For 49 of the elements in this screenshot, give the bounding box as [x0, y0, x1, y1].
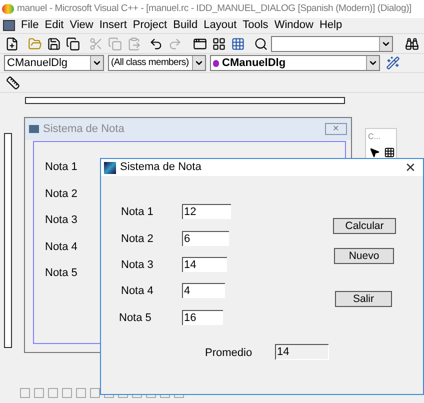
input-field[interactable]: 6: [182, 231, 229, 246]
pointer-icon[interactable]: [369, 147, 380, 158]
dialog-button[interactable]: Nuevo: [334, 248, 394, 264]
class-combo[interactable]: CManuelDlg: [4, 55, 104, 71]
input-field[interactable]: 16: [182, 310, 223, 325]
menu-item[interactable]: View: [70, 17, 94, 34]
member-icon: [213, 60, 219, 66]
dialog-icon: [29, 125, 39, 133]
app-logo-icon: [2, 4, 14, 14]
menu-item[interactable]: Tools: [242, 17, 268, 34]
window-title: manuel - Microsoft Visual C++ - [manuel.rc - IDD_MANUEL_DIALOG [Spanish (Modern)] (Dialog)]: [17, 2, 412, 16]
close-button[interactable]: ✕: [405, 161, 416, 174]
app-icon: [104, 162, 116, 174]
field-label: Nota 3: [121, 258, 154, 273]
filter-combo[interactable]: (All class members): [108, 55, 206, 71]
find-combo[interactable]: [271, 36, 394, 52]
palette-title: C...: [368, 131, 380, 143]
field-label: Nota 2: [121, 232, 154, 247]
class-name: CManuelDlg: [7, 56, 68, 71]
menu-item[interactable]: Build: [173, 17, 198, 34]
menu-item[interactable]: Project: [132, 17, 168, 34]
field-label: Nota 4: [121, 284, 154, 299]
field-label: Nota 5: [119, 311, 152, 326]
dialog-button[interactable]: Salir: [335, 291, 392, 307]
result-label: Promedio: [205, 346, 252, 361]
label: Nota 2: [45, 186, 78, 202]
label: Nota 3: [45, 213, 78, 228]
input-field[interactable]: 4: [182, 283, 225, 298]
dialog-title: Sistema de Nota: [43, 122, 124, 137]
label: Nota 5: [45, 266, 78, 281]
menu-item[interactable]: Edit: [44, 17, 64, 34]
menu-item[interactable]: Layout: [204, 17, 237, 34]
menu-item[interactable]: Help: [319, 17, 342, 34]
menu-item[interactable]: File: [21, 17, 39, 34]
close-button[interactable]: ✕: [325, 123, 347, 135]
menu-item[interactable]: Window: [274, 17, 314, 34]
wizard-action-icon[interactable]: [384, 54, 402, 72]
field-label: Nota 1: [121, 205, 154, 220]
dialog-title: Sistema de Nota: [120, 160, 202, 176]
member-combo[interactable]: CManuelDlg: [210, 55, 380, 71]
member-name: CManuelDlg: [222, 56, 286, 71]
label: Nota 4: [45, 240, 78, 254]
input-field[interactable]: 14: [182, 257, 227, 272]
label: Nota 1: [45, 160, 78, 175]
result-field: 14: [275, 344, 329, 360]
filter-name: (All class members): [111, 56, 189, 70]
input-field[interactable]: 12: [182, 204, 231, 219]
menu-item[interactable]: Insert: [99, 17, 127, 34]
dialog-button[interactable]: Calcular: [333, 218, 396, 234]
